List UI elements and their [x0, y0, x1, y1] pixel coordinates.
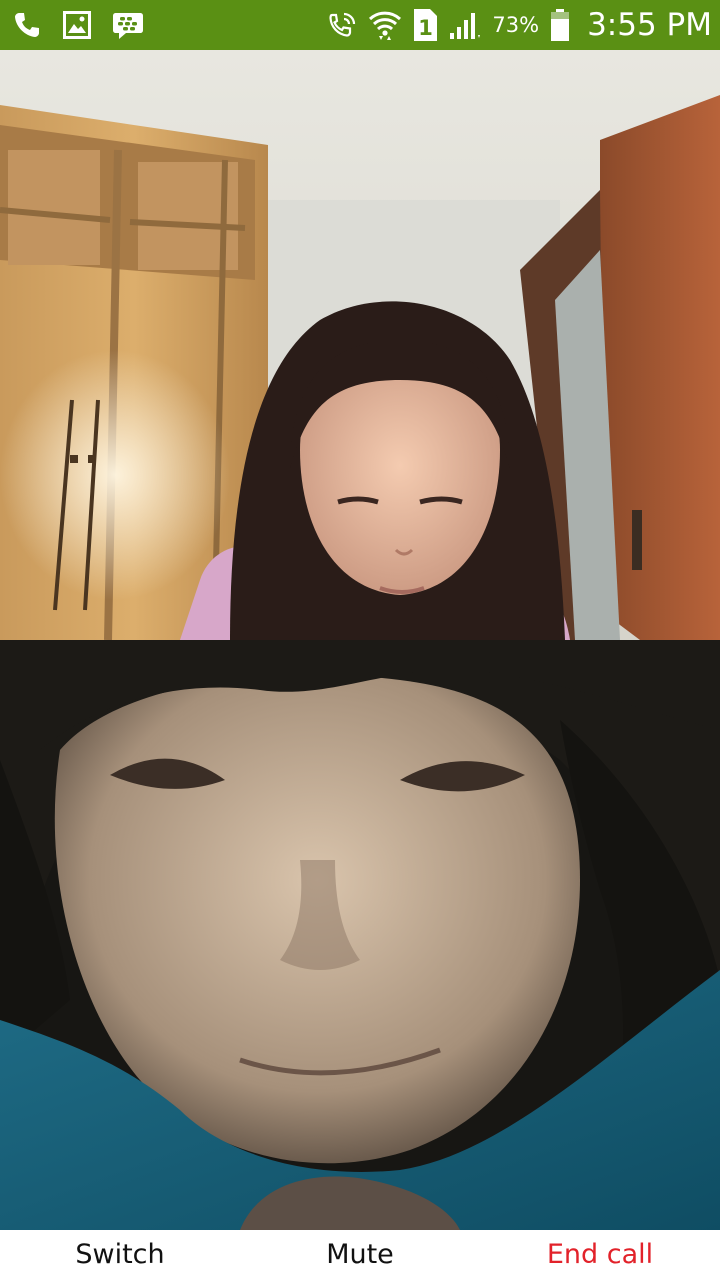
video-call-screen: 1 73% 3:55 PM Switch Mute End call — [0, 0, 720, 1280]
remote-video-frame — [0, 50, 720, 640]
end-call-button[interactable]: End call — [480, 1230, 720, 1280]
mute-button[interactable]: Mute — [240, 1230, 480, 1280]
wifi-calling-icon — [326, 9, 358, 41]
call-control-bar: Switch Mute End call — [0, 1230, 720, 1280]
status-clock: 3:55 PM — [587, 7, 712, 43]
sim-icon: 1 — [412, 8, 438, 42]
local-video-frame — [0, 640, 720, 1230]
bbm-icon — [112, 10, 144, 40]
status-bar: 1 73% 3:55 PM — [0, 0, 720, 50]
battery-percent: 73% — [492, 13, 540, 37]
sim-slot-label: 1 — [419, 16, 434, 40]
wifi-icon — [368, 8, 402, 42]
signal-icon — [448, 9, 482, 41]
remote-video-feed[interactable] — [0, 50, 720, 640]
switch-camera-button[interactable]: Switch — [0, 1230, 240, 1280]
gallery-icon — [62, 10, 92, 40]
phone-icon — [12, 10, 42, 40]
local-video-preview[interactable] — [0, 640, 720, 1230]
battery-icon — [549, 8, 571, 42]
